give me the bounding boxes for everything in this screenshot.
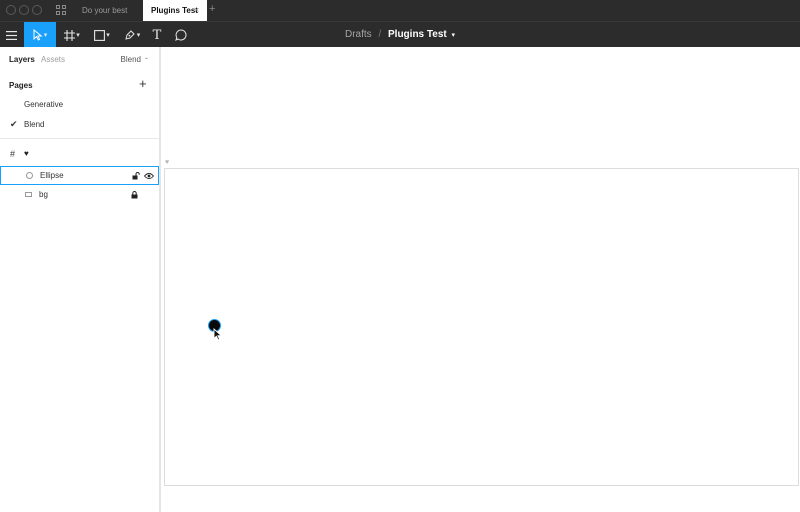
tab-label: Do your best [82, 6, 128, 15]
current-page-label: Blend [120, 55, 141, 64]
new-tab-icon[interactable]: + [209, 0, 215, 21]
layer-row-frame[interactable]: # ♥ [0, 146, 159, 164]
layer-row-bg[interactable]: bg [0, 186, 159, 204]
text-tool-button[interactable]: T [146, 22, 168, 48]
layer-label: bg [39, 190, 48, 199]
page-item-generative[interactable]: Generative [0, 96, 159, 114]
title-bar: Do your best Plugins Test × + [0, 0, 800, 21]
comment-icon [175, 29, 187, 41]
pen-icon [125, 30, 135, 40]
comment-tool-button[interactable] [170, 22, 192, 48]
panel-tabs: Layers Assets Blend ⌃ [0, 47, 159, 73]
pen-tool-button[interactable]: ▾ [118, 22, 146, 48]
page-item-blend[interactable]: ✔ Blend [0, 116, 159, 134]
checkmark-icon: ✔ [10, 119, 18, 129]
tab-do-your-best[interactable]: Do your best [74, 0, 142, 21]
divider [0, 138, 159, 139]
heart-icon: ♥ [24, 149, 29, 158]
home-grid-icon[interactable] [56, 5, 67, 16]
shape-tool-button[interactable]: ▾ [88, 22, 116, 48]
layer-label: Ellipse [40, 171, 64, 180]
chevron-down-icon: ▾ [136, 32, 141, 39]
close-tab-icon[interactable]: × [194, 0, 199, 21]
heart-icon: ♥ [165, 159, 170, 166]
rectangle-icon [94, 29, 106, 41]
lock-icon[interactable] [131, 191, 138, 199]
chevron-down-icon[interactable]: ▾ [452, 32, 456, 39]
maximize-window-icon[interactable] [32, 5, 42, 15]
add-page-icon[interactable]: + [139, 77, 147, 91]
frame[interactable] [164, 168, 799, 486]
pages-header: Pages [9, 81, 33, 90]
ellipse-icon [26, 172, 33, 179]
rectangle-icon [25, 192, 32, 197]
chevron-down-icon: ▾ [43, 32, 48, 39]
tab-layers[interactable]: Layers [9, 55, 35, 64]
current-page-selector[interactable]: Blend ⌃ [121, 55, 150, 64]
breadcrumb-file-name[interactable]: Plugins Test [388, 29, 447, 40]
frame-tool-button[interactable]: ▾ [58, 22, 86, 48]
move-tool-button[interactable]: ▾ [24, 22, 56, 48]
chevron-down-icon: ▾ [106, 32, 110, 39]
main-menu-button[interactable] [0, 22, 22, 48]
close-window-icon[interactable] [6, 5, 16, 15]
chevron-down-icon: ▾ [76, 32, 80, 39]
unlock-icon[interactable] [132, 172, 140, 180]
frame-icon: # [10, 149, 16, 159]
eye-icon[interactable] [144, 172, 154, 180]
page-label: Generative [24, 100, 64, 109]
minimize-window-icon[interactable] [19, 5, 29, 15]
toolbar: Drafts / Plugins Test ▾ ▾ ▾ ▾ ▾ T [0, 21, 800, 48]
hamburger-menu-icon [5, 30, 17, 40]
tab-assets[interactable]: Assets [41, 55, 65, 64]
mouse-cursor-icon [213, 328, 223, 341]
breadcrumb-drafts[interactable]: Drafts [345, 29, 372, 40]
breadcrumb-separator: / [378, 29, 382, 40]
layers-panel: Layers Assets Blend ⌃ Pages + Generative … [0, 47, 160, 512]
canvas[interactable]: ♥ [161, 47, 800, 512]
text-icon: T [152, 27, 162, 43]
layer-row-ellipse[interactable]: Ellipse [0, 166, 159, 185]
move-cursor-icon [33, 29, 43, 41]
tab-label: Plugins Test [151, 6, 198, 15]
page-label: Blend [24, 120, 45, 129]
frame-icon [64, 29, 76, 41]
chevron-up-icon: ⌃ [143, 58, 149, 64]
